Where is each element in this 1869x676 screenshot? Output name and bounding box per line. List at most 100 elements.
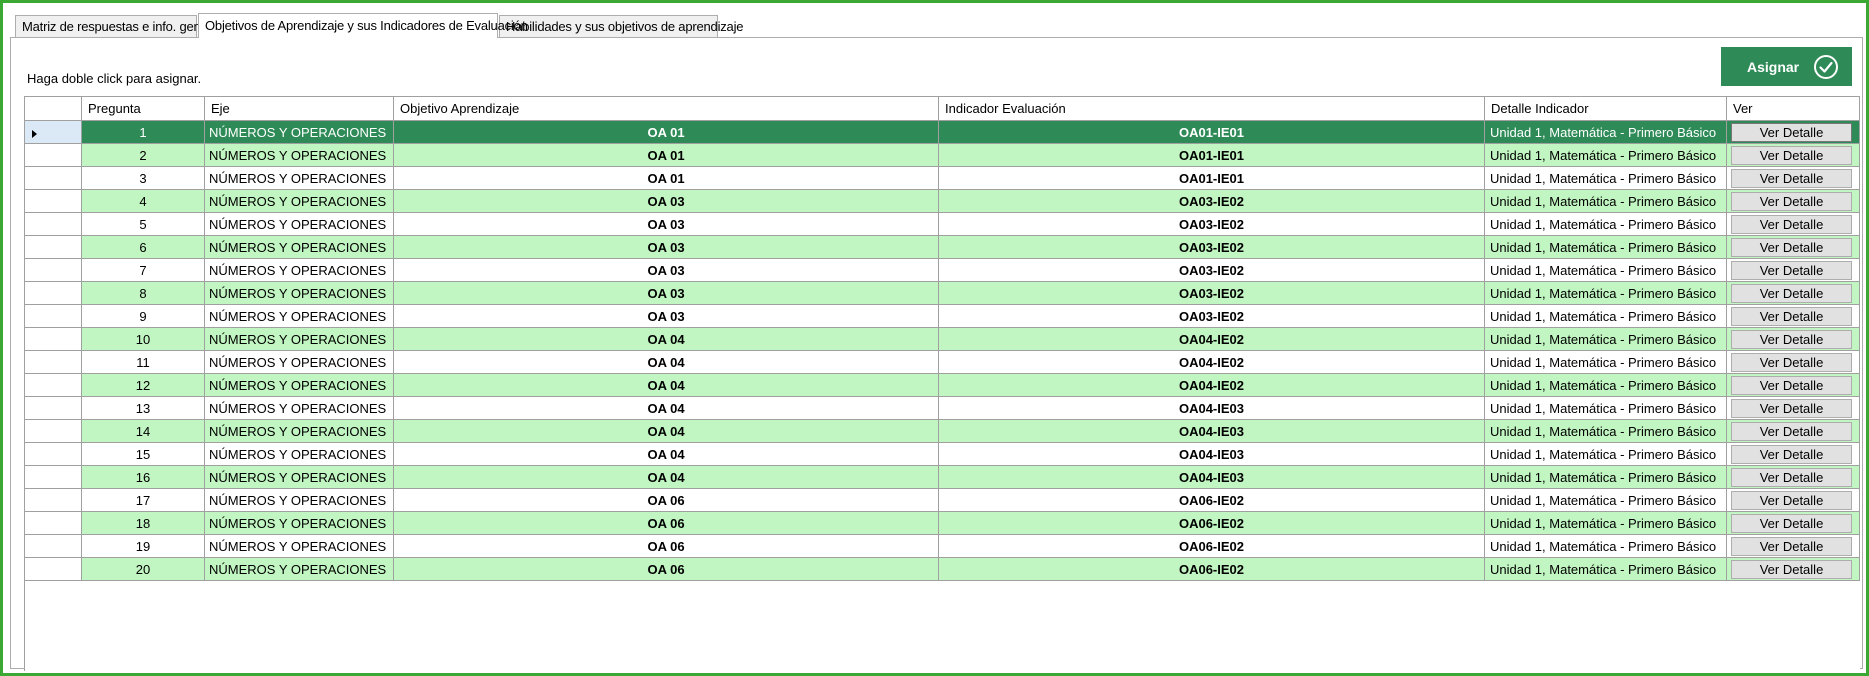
ver-detalle-button[interactable]: Ver Detalle — [1731, 376, 1852, 395]
column-header-eje[interactable]: Eje — [205, 97, 394, 121]
table-row[interactable]: 10 NÚMEROS Y OPERACIONES OA 04 OA04-IE02 Uni… — [25, 328, 1860, 351]
table-row[interactable]: 13 NÚMEROS Y OPERACIONES OA 04 OA04-IE03 Uni… — [25, 397, 1860, 420]
cell-objetivo[interactable]: OA 04 — [394, 420, 939, 443]
table-row[interactable]: 17 NÚMEROS Y OPERACIONES OA 06 OA06-IE02 Uni… — [25, 489, 1860, 512]
cell-eje[interactable]: NÚMEROS Y OPERACIONES — [205, 259, 394, 282]
tab-objetivos[interactable]: Objetivos de Aprendizaje y sus Indicador… — [198, 13, 528, 38]
ver-detalle-button[interactable]: Ver Detalle — [1731, 169, 1852, 188]
cell-pregunta[interactable]: 10 — [82, 328, 205, 351]
cell-pregunta[interactable]: 11 — [82, 351, 205, 374]
cell-objetivo[interactable]: OA 04 — [394, 466, 939, 489]
row-header[interactable] — [25, 374, 82, 397]
table-row[interactable]: 6 NÚMEROS Y OPERACIONES OA 03 OA03-IE02 Unid… — [25, 236, 1860, 259]
cell-indicador[interactable]: OA01-IE01 — [939, 167, 1485, 190]
ver-detalle-button[interactable]: Ver Detalle — [1731, 491, 1852, 510]
row-header[interactable] — [25, 351, 82, 374]
cell-detalle[interactable]: Unidad 1, Matemática - Primero Básico — [1485, 351, 1727, 374]
row-header[interactable] — [25, 466, 82, 489]
cell-indicador[interactable]: OA06-IE02 — [939, 535, 1485, 558]
row-header[interactable] — [25, 489, 82, 512]
cell-eje[interactable]: NÚMEROS Y OPERACIONES — [205, 466, 394, 489]
cell-detalle[interactable]: Unidad 1, Matemática - Primero Básico — [1485, 512, 1727, 535]
cell-detalle[interactable]: Unidad 1, Matemática - Primero Básico — [1485, 144, 1727, 167]
cell-objetivo[interactable]: OA 04 — [394, 443, 939, 466]
ver-detalle-button[interactable]: Ver Detalle — [1731, 330, 1852, 349]
cell-eje[interactable]: NÚMEROS Y OPERACIONES — [205, 489, 394, 512]
cell-pregunta[interactable]: 7 — [82, 259, 205, 282]
cell-eje[interactable]: NÚMEROS Y OPERACIONES — [205, 558, 394, 581]
cell-pregunta[interactable]: 17 — [82, 489, 205, 512]
cell-eje[interactable]: NÚMEROS Y OPERACIONES — [205, 420, 394, 443]
cell-detalle[interactable]: Unidad 1, Matemática - Primero Básico — [1485, 236, 1727, 259]
cell-objetivo[interactable]: OA 01 — [394, 144, 939, 167]
row-header[interactable] — [25, 121, 82, 144]
cell-eje[interactable]: NÚMEROS Y OPERACIONES — [205, 190, 394, 213]
cell-pregunta[interactable]: 13 — [82, 397, 205, 420]
cell-eje[interactable]: NÚMEROS Y OPERACIONES — [205, 236, 394, 259]
cell-indicador[interactable]: OA03-IE02 — [939, 259, 1485, 282]
table-row[interactable]: 5 NÚMEROS Y OPERACIONES OA 03 OA03-IE02 Unid… — [25, 213, 1860, 236]
cell-indicador[interactable]: OA03-IE02 — [939, 213, 1485, 236]
ver-detalle-button[interactable]: Ver Detalle — [1731, 399, 1852, 418]
ver-detalle-button[interactable]: Ver Detalle — [1731, 215, 1852, 234]
cell-indicador[interactable]: OA04-IE03 — [939, 397, 1485, 420]
cell-pregunta[interactable]: 4 — [82, 190, 205, 213]
cell-indicador[interactable]: OA03-IE02 — [939, 236, 1485, 259]
ver-detalle-button[interactable]: Ver Detalle — [1731, 353, 1852, 372]
table-row[interactable]: 20 NÚMEROS Y OPERACIONES OA 06 OA06-IE02 Uni… — [25, 558, 1860, 581]
cell-detalle[interactable]: Unidad 1, Matemática - Primero Básico — [1485, 558, 1727, 581]
cell-eje[interactable]: NÚMEROS Y OPERACIONES — [205, 512, 394, 535]
ver-detalle-button[interactable]: Ver Detalle — [1731, 284, 1852, 303]
cell-pregunta[interactable]: 9 — [82, 305, 205, 328]
cell-detalle[interactable]: Unidad 1, Matemática - Primero Básico — [1485, 328, 1727, 351]
table-row[interactable]: 9 NÚMEROS Y OPERACIONES OA 03 OA03-IE02 Unid… — [25, 305, 1860, 328]
table-row[interactable]: 19 NÚMEROS Y OPERACIONES OA 06 OA06-IE02 Uni… — [25, 535, 1860, 558]
assign-button[interactable]: Asignar — [1721, 47, 1852, 86]
cell-pregunta[interactable]: 14 — [82, 420, 205, 443]
data-grid[interactable]: Pregunta Eje Objetivo Aprendizaje Indica… — [24, 96, 1860, 671]
cell-detalle[interactable]: Unidad 1, Matemática - Primero Básico — [1485, 167, 1727, 190]
cell-eje[interactable]: NÚMEROS Y OPERACIONES — [205, 535, 394, 558]
cell-eje[interactable]: NÚMEROS Y OPERACIONES — [205, 305, 394, 328]
table-row[interactable]: 2 NÚMEROS Y OPERACIONES OA 01 OA01-IE01 Unid… — [25, 144, 1860, 167]
row-header[interactable] — [25, 282, 82, 305]
row-header[interactable] — [25, 190, 82, 213]
cell-detalle[interactable]: Unidad 1, Matemática - Primero Básico — [1485, 443, 1727, 466]
cell-pregunta[interactable]: 12 — [82, 374, 205, 397]
table-row[interactable]: 16 NÚMEROS Y OPERACIONES OA 04 OA04-IE03 Uni… — [25, 466, 1860, 489]
table-row[interactable]: 14 NÚMEROS Y OPERACIONES OA 04 OA04-IE03 Uni… — [25, 420, 1860, 443]
cell-objetivo[interactable]: OA 01 — [394, 121, 939, 144]
ver-detalle-button[interactable]: Ver Detalle — [1731, 192, 1852, 211]
cell-indicador[interactable]: OA04-IE02 — [939, 351, 1485, 374]
cell-indicador[interactable]: OA03-IE02 — [939, 282, 1485, 305]
column-header-objetivo[interactable]: Objetivo Aprendizaje — [394, 97, 939, 121]
row-header[interactable] — [25, 213, 82, 236]
row-header[interactable] — [25, 397, 82, 420]
cell-indicador[interactable]: OA03-IE02 — [939, 305, 1485, 328]
table-row[interactable]: 18 NÚMEROS Y OPERACIONES OA 06 OA06-IE02 Uni… — [25, 512, 1860, 535]
cell-detalle[interactable]: Unidad 1, Matemática - Primero Básico — [1485, 190, 1727, 213]
table-row[interactable]: 7 NÚMEROS Y OPERACIONES OA 03 OA03-IE02 Unid… — [25, 259, 1860, 282]
table-row[interactable]: 8 NÚMEROS Y OPERACIONES OA 03 OA03-IE02 Unid… — [25, 282, 1860, 305]
table-row[interactable]: 1 NÚMEROS Y OPERACIONES OA 01 OA01-IE01 Unid… — [25, 121, 1860, 144]
cell-objetivo[interactable]: OA 04 — [394, 351, 939, 374]
cell-detalle[interactable]: Unidad 1, Matemática - Primero Básico — [1485, 420, 1727, 443]
cell-eje[interactable]: NÚMEROS Y OPERACIONES — [205, 121, 394, 144]
cell-pregunta[interactable]: 8 — [82, 282, 205, 305]
ver-detalle-button[interactable]: Ver Detalle — [1731, 514, 1852, 533]
cell-detalle[interactable]: Unidad 1, Matemática - Primero Básico — [1485, 305, 1727, 328]
ver-detalle-button[interactable]: Ver Detalle — [1731, 468, 1852, 487]
cell-objetivo[interactable]: OA 06 — [394, 558, 939, 581]
table-row[interactable]: 3 NÚMEROS Y OPERACIONES OA 01 OA01-IE01 Unid… — [25, 167, 1860, 190]
row-header[interactable] — [25, 328, 82, 351]
cell-indicador[interactable]: OA04-IE02 — [939, 374, 1485, 397]
cell-detalle[interactable]: Unidad 1, Matemática - Primero Básico — [1485, 397, 1727, 420]
ver-detalle-button[interactable]: Ver Detalle — [1731, 537, 1852, 556]
cell-eje[interactable]: NÚMEROS Y OPERACIONES — [205, 213, 394, 236]
cell-indicador[interactable]: OA04-IE03 — [939, 420, 1485, 443]
cell-detalle[interactable]: Unidad 1, Matemática - Primero Básico — [1485, 374, 1727, 397]
cell-indicador[interactable]: OA03-IE02 — [939, 190, 1485, 213]
cell-eje[interactable]: NÚMEROS Y OPERACIONES — [205, 443, 394, 466]
cell-indicador[interactable]: OA01-IE01 — [939, 121, 1485, 144]
ver-detalle-button[interactable]: Ver Detalle — [1731, 560, 1852, 579]
